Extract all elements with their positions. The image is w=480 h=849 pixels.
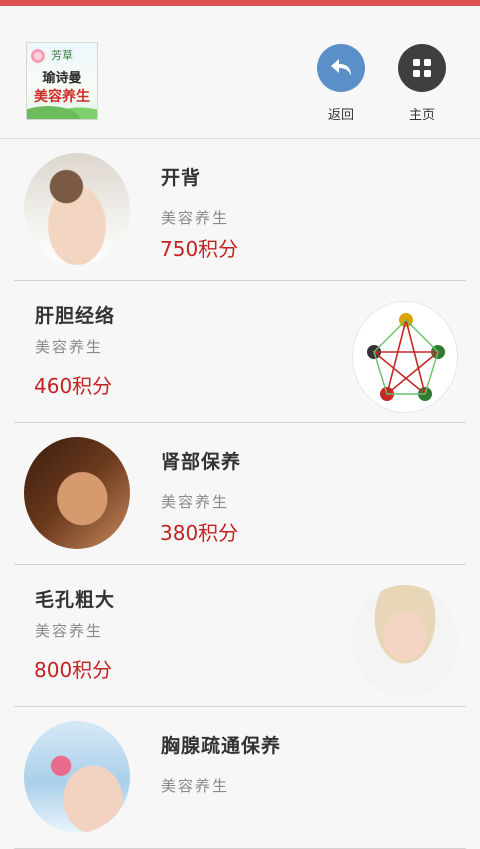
- header: 芳草 瑜诗曼 美容养生 返回 主页: [0, 6, 480, 139]
- list-item[interactable]: 肾部保养 美容养生 380积分: [14, 423, 466, 565]
- back-arrow-icon: [331, 59, 351, 76]
- home-button[interactable]: 主页: [392, 44, 452, 123]
- logo-line1: 芳草: [51, 49, 73, 62]
- service-image: [24, 437, 130, 549]
- item-points: 460积分: [34, 374, 113, 398]
- item-points: 800积分: [34, 658, 113, 682]
- item-title: 开背: [161, 167, 202, 189]
- app-logo: 芳草 瑜诗曼 美容养生: [26, 42, 98, 120]
- five-elements-diagram: [367, 313, 445, 401]
- item-points: 380积分: [160, 521, 239, 545]
- service-image: [24, 153, 130, 265]
- item-title: 毛孔粗大: [35, 589, 116, 611]
- service-list: 开背 美容养生 750积分 肝胆经络 美容养生 460积分 肾部保养 美容养生 …: [0, 139, 480, 849]
- list-item[interactable]: 肝胆经络 美容养生 460积分: [14, 281, 466, 423]
- list-item[interactable]: 毛孔粗大 美容养生 800积分: [14, 565, 466, 707]
- service-image: [352, 585, 458, 697]
- list-item[interactable]: 胸腺疏通保养 美容养生: [14, 707, 466, 849]
- item-points: 750积分: [160, 237, 239, 261]
- logo-line2: 瑜诗曼: [42, 71, 82, 86]
- list-item[interactable]: 开背 美容养生 750积分: [14, 139, 466, 281]
- item-category: 美容养生: [161, 777, 230, 795]
- home-label: 主页: [408, 108, 435, 123]
- leaf-graphic: [27, 99, 97, 119]
- item-title: 肾部保养: [161, 451, 242, 473]
- back-circle[interactable]: [317, 44, 365, 92]
- item-title: 胸腺疏通保养: [161, 735, 282, 757]
- item-category: 美容养生: [161, 493, 230, 511]
- home-circle[interactable]: [398, 44, 446, 92]
- service-image: [352, 301, 458, 413]
- service-image: [24, 721, 130, 833]
- back-button[interactable]: 返回: [311, 44, 371, 123]
- item-category: 美容养生: [161, 209, 230, 227]
- item-category: 美容养生: [35, 338, 104, 356]
- item-title: 肝胆经络: [35, 305, 116, 327]
- back-label: 返回: [327, 108, 354, 123]
- grid-icon: [413, 59, 431, 77]
- item-category: 美容养生: [35, 622, 104, 640]
